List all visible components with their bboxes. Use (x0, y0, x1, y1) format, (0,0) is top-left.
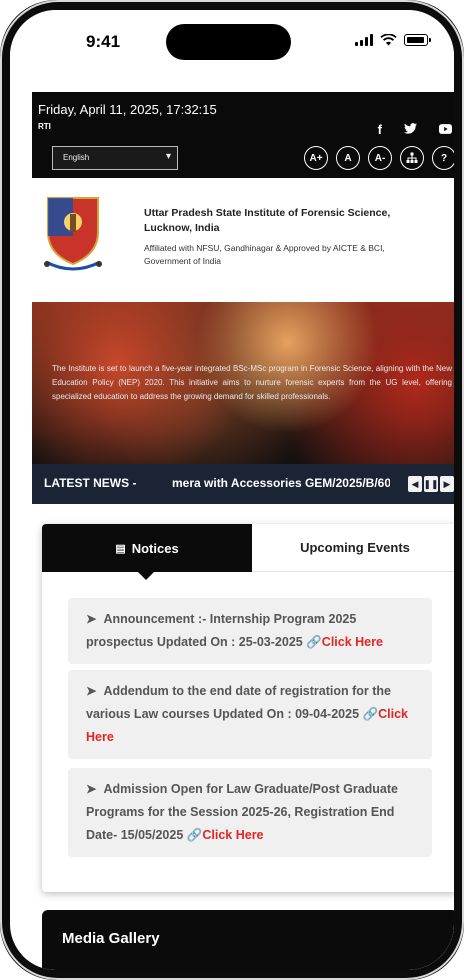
arrow-icon: ➤ (86, 612, 97, 626)
link-icon: 🔗 (306, 635, 322, 649)
notices-card: ▤ Notices Upcoming Events ➤ Announcement… (42, 524, 454, 892)
arrow-icon: ➤ (86, 782, 97, 796)
page-content: Friday, April 11, 2025, 17:32:15 RTI f E… (22, 82, 454, 970)
top-bar: Friday, April 11, 2025, 17:32:15 RTI f E… (32, 92, 454, 178)
wifi-icon (380, 34, 397, 46)
status-bar: 9:41 (10, 10, 454, 72)
institute-affiliation: Affiliated with NFSU, Gandhinagar & Appr… (144, 243, 385, 266)
pause-icon[interactable]: ❚❚ (423, 476, 439, 492)
notice-item: ➤ Admission Open for Law Graduate/Post G… (68, 768, 432, 857)
font-increase-button[interactable]: A+ (304, 146, 328, 170)
hero-text: The Institute is set to launch a five-ye… (52, 364, 452, 401)
status-icons (355, 34, 431, 46)
arrow-icon: ➤ (86, 684, 97, 698)
phone-frame: 9:41 Friday, April 11, 2025, 17:32:15 RT… (0, 0, 464, 980)
notice-text: Addendum to the end date of registration… (86, 684, 391, 721)
sitemap-icon[interactable] (400, 146, 424, 170)
click-here-link[interactable]: 🔗Click Here (306, 635, 383, 649)
current-datetime: Friday, April 11, 2025, 17:32:15 (38, 102, 217, 117)
news-ticker: LATEST NEWS - mera with Accessories GEM/… (32, 464, 454, 504)
click-here-link[interactable]: 🔗Click Here (187, 828, 264, 842)
link-icon: 🔗 (186, 828, 203, 842)
notice-item: ➤ Announcement :- Internship Program 202… (68, 598, 432, 664)
accessibility-controls: A+ A A- ? (304, 146, 454, 170)
font-decrease-button[interactable]: A- (368, 146, 392, 170)
link-icon: 🔗 (362, 707, 379, 721)
language-select[interactable]: English ▾ (52, 146, 178, 170)
media-gallery-section: Media Gallery (42, 910, 454, 970)
newspaper-icon: ▤ (115, 542, 126, 555)
institute-name: Uttar Pradesh State Institute of Forensi… (144, 207, 391, 234)
status-time: 9:41 (86, 32, 121, 51)
ticker-text[interactable]: mera with Accessories GEM/2025/B/60 (172, 476, 390, 490)
media-gallery-title: Media Gallery (62, 930, 160, 947)
chevron-down-icon: ▾ (165, 151, 171, 162)
dynamic-island (166, 24, 291, 60)
institute-header: Uttar Pradesh State Institute of Forensi… (32, 182, 454, 302)
twitter-icon[interactable] (404, 122, 417, 137)
rti-link[interactable]: RTI (38, 122, 51, 131)
signal-icon (355, 34, 373, 46)
font-reset-button[interactable]: A (336, 146, 360, 170)
battery-icon (404, 34, 431, 46)
tab-events-label: Upcoming Events (300, 540, 410, 555)
institute-logo[interactable] (42, 192, 104, 272)
notice-item: ➤ Addendum to the end date of registrati… (68, 670, 432, 759)
ticker-controls: ◀ ❚❚ ▶ (408, 476, 454, 492)
youtube-icon[interactable] (439, 122, 452, 137)
ticker-label: LATEST NEWS - (44, 476, 137, 490)
tab-notices[interactable]: ▤ Notices (42, 524, 252, 580)
tab-upcoming-events[interactable]: Upcoming Events (252, 524, 454, 572)
prev-icon[interactable]: ◀ (408, 476, 422, 492)
facebook-icon[interactable]: f (378, 122, 382, 137)
help-icon[interactable]: ? (432, 146, 454, 170)
next-icon[interactable]: ▶ (440, 476, 454, 492)
language-value: English (63, 153, 90, 162)
tab-notices-label: Notices (131, 540, 179, 556)
social-links: f (378, 122, 452, 137)
